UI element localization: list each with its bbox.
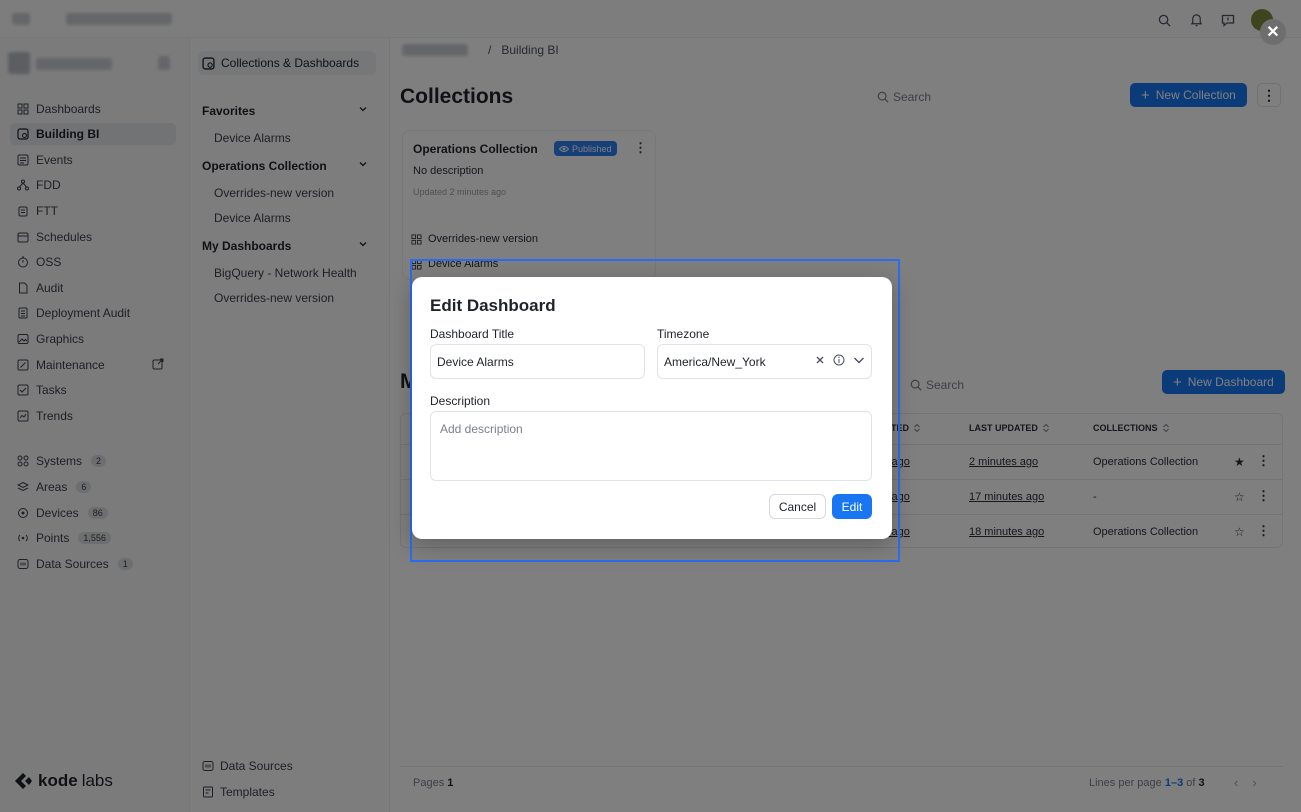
cancel-label: Cancel: [778, 499, 817, 514]
dashboard-title-input[interactable]: Device Alarms: [430, 344, 645, 379]
edit-label: Edit: [841, 499, 863, 514]
cancel-button[interactable]: Cancel: [769, 494, 826, 519]
app-root: Dashboards Building BI Events FDD FTT Sc…: [0, 0, 1301, 812]
timezone-label: Timezone: [657, 327, 710, 341]
timezone-select[interactable]: America/New_York: [657, 344, 872, 379]
description-textarea[interactable]: Add description: [430, 411, 872, 481]
dashboard-title-value: Device Alarms: [437, 354, 514, 369]
edit-button[interactable]: Edit: [832, 494, 872, 519]
dashboard-title-label: Dashboard Title: [430, 327, 515, 341]
edit-dashboard-modal: Edit Dashboard Dashboard Title Device Al…: [412, 277, 892, 539]
description-label: Description: [430, 394, 491, 408]
description-placeholder: Add description: [440, 422, 523, 436]
timezone-controls: [815, 354, 865, 366]
clear-icon[interactable]: [815, 355, 825, 365]
timezone-value: America/New_York: [664, 354, 766, 369]
info-icon[interactable]: [833, 354, 845, 366]
close-glyph: ✕: [1266, 24, 1280, 41]
close-icon[interactable]: ✕: [1260, 19, 1286, 45]
chevron-down-icon[interactable]: [853, 355, 865, 365]
modal-title: Edit Dashboard: [430, 296, 556, 315]
